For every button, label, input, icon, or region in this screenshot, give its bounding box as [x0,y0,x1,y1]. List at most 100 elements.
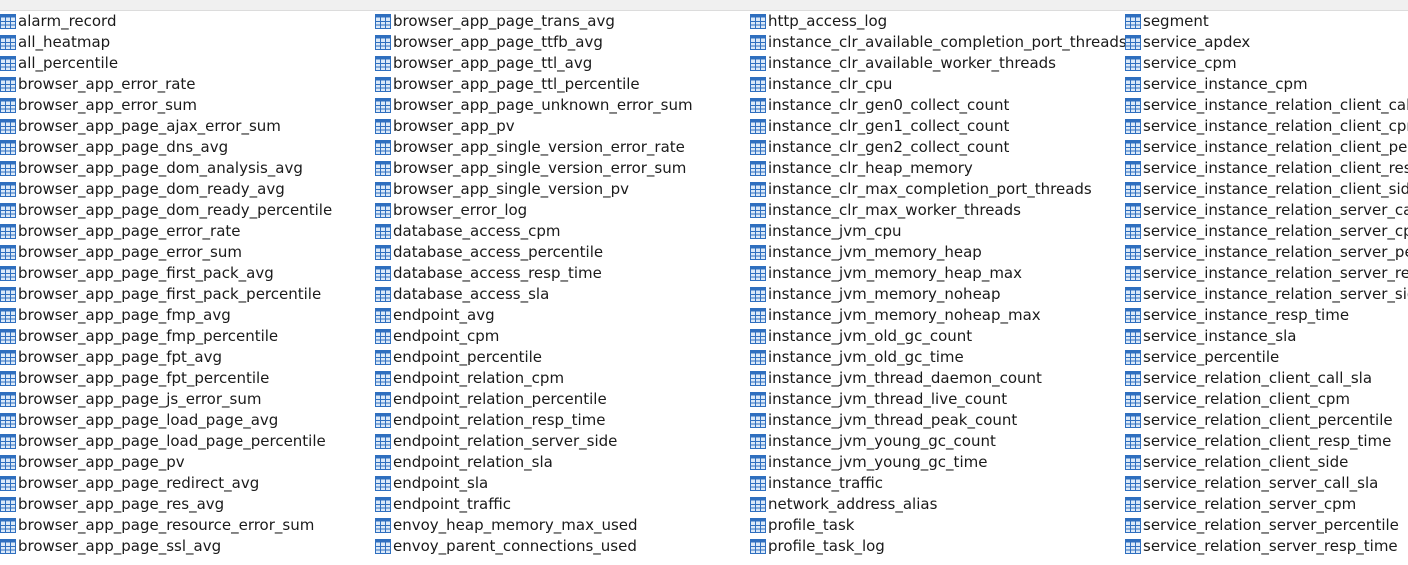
table-item[interactable]: service_instance_relation_client_call_ [1125,95,1408,116]
table-item[interactable]: instance_clr_cpu [750,74,1127,95]
table-item[interactable]: instance_jvm_young_gc_count [750,431,1127,452]
table-item[interactable]: endpoint_avg [375,305,693,326]
table-item[interactable]: browser_app_pv [375,116,693,137]
table-item[interactable]: segment [1125,11,1408,32]
table-item[interactable]: instance_clr_gen2_collect_count [750,137,1127,158]
table-item[interactable]: instance_clr_heap_memory [750,158,1127,179]
table-item[interactable]: http_access_log [750,11,1127,32]
table-item[interactable]: service_instance_relation_server_resp [1125,263,1408,284]
table-item[interactable]: alarm_record [0,11,332,32]
table-item[interactable]: service_instance_relation_client_cpm [1125,116,1408,137]
table-item[interactable]: browser_app_page_ajax_error_sum [0,116,332,137]
table-item[interactable]: browser_app_page_res_avg [0,494,332,515]
table-item[interactable]: instance_clr_max_completion_port_threads [750,179,1127,200]
table-item[interactable]: service_relation_server_call_sla [1125,473,1408,494]
table-item[interactable]: browser_app_page_error_sum [0,242,332,263]
table-item[interactable]: instance_jvm_old_gc_time [750,347,1127,368]
table-item[interactable]: endpoint_relation_percentile [375,389,693,410]
table-item[interactable]: service_relation_client_side [1125,452,1408,473]
table-item[interactable]: instance_clr_max_worker_threads [750,200,1127,221]
table-item[interactable]: browser_error_log [375,200,693,221]
table-item[interactable]: endpoint_relation_resp_time [375,410,693,431]
table-item[interactable]: browser_app_page_ttl_percentile [375,74,693,95]
table-item[interactable]: service_instance_relation_client_perc [1125,137,1408,158]
table-item[interactable]: browser_app_error_rate [0,74,332,95]
table-item[interactable]: service_relation_server_percentile [1125,515,1408,536]
table-item[interactable]: network_address_alias [750,494,1127,515]
table-item[interactable]: browser_app_page_error_rate [0,221,332,242]
table-item[interactable]: instance_traffic [750,473,1127,494]
table-item[interactable]: service_cpm [1125,53,1408,74]
table-item[interactable]: browser_app_error_sum [0,95,332,116]
table-item[interactable]: instance_jvm_young_gc_time [750,452,1127,473]
table-item[interactable]: service_instance_relation_server_side [1125,284,1408,305]
table-item[interactable]: browser_app_single_version_error_rate [375,137,693,158]
table-item[interactable]: envoy_heap_memory_max_used [375,515,693,536]
table-item[interactable]: browser_app_single_version_pv [375,179,693,200]
table-item[interactable]: database_access_resp_time [375,263,693,284]
table-item[interactable]: browser_app_page_load_page_percentile [0,431,332,452]
table-item[interactable]: endpoint_relation_cpm [375,368,693,389]
table-item[interactable]: browser_app_page_load_page_avg [0,410,332,431]
table-item[interactable]: instance_jvm_old_gc_count [750,326,1127,347]
table-item[interactable]: instance_jvm_thread_live_count [750,389,1127,410]
table-item[interactable]: instance_jvm_memory_noheap_max [750,305,1127,326]
table-item[interactable]: service_relation_client_resp_time [1125,431,1408,452]
table-item[interactable]: endpoint_relation_sla [375,452,693,473]
table-item[interactable]: service_instance_relation_server_call_ [1125,200,1408,221]
table-item[interactable]: browser_app_page_pv [0,452,332,473]
table-item[interactable]: browser_app_page_fpt_percentile [0,368,332,389]
table-item[interactable]: instance_clr_available_completion_port_t… [750,32,1127,53]
table-item[interactable]: browser_app_page_ssl_avg [0,536,332,557]
table-item[interactable]: instance_jvm_cpu [750,221,1127,242]
table-item[interactable]: instance_clr_gen1_collect_count [750,116,1127,137]
table-item[interactable]: endpoint_sla [375,473,693,494]
table-item[interactable]: browser_app_page_first_pack_percentile [0,284,332,305]
table-item[interactable]: browser_app_page_unknown_error_sum [375,95,693,116]
table-item[interactable]: service_instance_cpm [1125,74,1408,95]
table-item[interactable]: service_instance_relation_client_side [1125,179,1408,200]
table-item[interactable]: service_relation_client_percentile [1125,410,1408,431]
table-item[interactable]: browser_app_page_trans_avg [375,11,693,32]
table-item[interactable]: instance_jvm_memory_heap_max [750,263,1127,284]
table-item[interactable]: all_heatmap [0,32,332,53]
table-item[interactable]: instance_clr_available_worker_threads [750,53,1127,74]
table-item[interactable]: database_access_sla [375,284,693,305]
table-item[interactable]: service_relation_server_resp_time [1125,536,1408,557]
table-item[interactable]: browser_app_page_dom_ready_avg [0,179,332,200]
table-item[interactable]: service_relation_client_call_sla [1125,368,1408,389]
table-item[interactable]: browser_app_page_ttl_avg [375,53,693,74]
table-item[interactable]: service_relation_client_cpm [1125,389,1408,410]
table-item[interactable]: all_percentile [0,53,332,74]
table-item[interactable]: profile_task [750,515,1127,536]
table-item[interactable]: browser_app_page_redirect_avg [0,473,332,494]
table-item[interactable]: database_access_cpm [375,221,693,242]
table-item[interactable]: browser_app_page_dns_avg [0,137,332,158]
table-item[interactable]: browser_app_page_fmp_avg [0,305,332,326]
table-item[interactable]: service_instance_relation_server_cpm [1125,221,1408,242]
table-item[interactable]: browser_app_single_version_error_sum [375,158,693,179]
table-item[interactable]: service_instance_relation_server_per [1125,242,1408,263]
table-item[interactable]: instance_jvm_thread_daemon_count [750,368,1127,389]
table-item[interactable]: service_instance_sla [1125,326,1408,347]
table-item[interactable]: endpoint_traffic [375,494,693,515]
table-item[interactable]: browser_app_page_ttfb_avg [375,32,693,53]
table-item[interactable]: browser_app_page_resource_error_sum [0,515,332,536]
table-item[interactable]: instance_clr_gen0_collect_count [750,95,1127,116]
table-item[interactable]: service_instance_resp_time [1125,305,1408,326]
table-item[interactable]: envoy_parent_connections_used [375,536,693,557]
table-item[interactable]: database_access_percentile [375,242,693,263]
table-item[interactable]: instance_jvm_thread_peak_count [750,410,1127,431]
table-item[interactable]: instance_jvm_memory_heap [750,242,1127,263]
table-item[interactable]: service_percentile [1125,347,1408,368]
table-item[interactable]: browser_app_page_fpt_avg [0,347,332,368]
table-item[interactable]: endpoint_relation_server_side [375,431,693,452]
table-item[interactable]: profile_task_log [750,536,1127,557]
table-item[interactable]: browser_app_page_js_error_sum [0,389,332,410]
table-item[interactable]: browser_app_page_dom_ready_percentile [0,200,332,221]
table-item[interactable]: endpoint_cpm [375,326,693,347]
table-item[interactable]: service_relation_server_cpm [1125,494,1408,515]
table-item[interactable]: instance_jvm_memory_noheap [750,284,1127,305]
table-item[interactable]: service_apdex [1125,32,1408,53]
table-item[interactable]: browser_app_page_fmp_percentile [0,326,332,347]
